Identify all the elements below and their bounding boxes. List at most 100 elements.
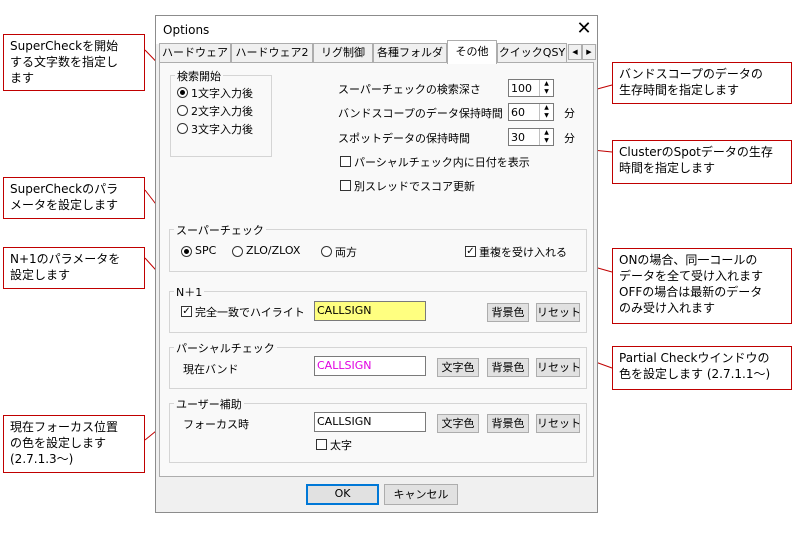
spinner-buttons: ▲ ▼ xyxy=(539,129,553,145)
accept-dupes-label: 重複を受け入れる xyxy=(479,246,567,259)
tab-quick-qsy[interactable]: クイックQSY xyxy=(497,43,567,62)
bold-checkbox[interactable] xyxy=(316,439,327,450)
spot-hold-unit: 分 xyxy=(564,132,575,145)
band-scope-hold-spinner[interactable]: 60 ▲ ▼ xyxy=(508,103,554,121)
spin-up-icon[interactable]: ▲ xyxy=(540,129,553,137)
callout-line: 時間を指定します xyxy=(619,161,716,175)
radio-1char[interactable] xyxy=(177,87,188,98)
dialog-title: Options xyxy=(163,23,210,37)
super-search-depth-label: スーパーチェックの検索深さ xyxy=(338,83,481,96)
super-search-depth-value: 100 xyxy=(511,82,532,95)
spot-hold-spinner[interactable]: 30 ▲ ▼ xyxy=(508,128,554,146)
partial-bg-color-button[interactable]: 背景色 xyxy=(487,358,529,377)
focus-text-color-button[interactable]: 文字色 xyxy=(437,414,479,433)
band-scope-hold-label: バンドスコープのデータ保持時間 xyxy=(338,107,503,120)
score-thread-checkbox[interactable] xyxy=(340,180,351,191)
callout-line: 色を設定します (2.7.1.1〜) xyxy=(619,367,771,381)
spin-up-icon[interactable]: ▲ xyxy=(540,80,553,88)
callout-spot-hold: ClusterのSpotデータの生存 時間を指定します xyxy=(612,140,792,184)
callout-line: ONの場合、同一コールの xyxy=(619,253,758,267)
callout-line: SuperCheckのパラ xyxy=(10,182,119,196)
callout-line: SuperCheckを開始 xyxy=(10,39,119,53)
partial-text-color-button[interactable]: 文字色 xyxy=(437,358,479,377)
callout-band-scope-hold: バンドスコープのデータの 生存時間を指定します xyxy=(612,62,792,104)
callout-accept-dupes: ONの場合、同一コールの データを全て受け入れます OFFの場合は最新のデータ … xyxy=(612,248,792,324)
super-search-depth-spinner[interactable]: 100 ▲ ▼ xyxy=(508,79,554,97)
callout-line: 設定します xyxy=(10,268,71,282)
focus-reset-button[interactable]: リセット xyxy=(536,414,581,433)
callout-line: のみ受け入れます xyxy=(619,301,716,315)
tab-other[interactable]: その他 xyxy=(447,40,497,64)
bold-label: 太字 xyxy=(330,439,352,452)
tab-folders[interactable]: 各種フォルダ xyxy=(373,43,447,62)
callout-line: (2.7.1.3〜) xyxy=(10,452,74,466)
n1-group-label: N＋1 xyxy=(174,284,205,300)
radio-both[interactable] xyxy=(321,246,332,257)
spin-down-icon[interactable]: ▼ xyxy=(540,112,553,120)
radio-2char-label: 2文字入力後 xyxy=(191,105,253,118)
supercheck-group-label: スーパーチェック xyxy=(174,222,266,238)
radio-1char-label: 1文字入力後 xyxy=(191,87,253,100)
spin-up-icon[interactable]: ▲ xyxy=(540,104,553,112)
accept-dupes-checkbox[interactable]: ✓ xyxy=(465,246,476,257)
tab-hardware[interactable]: ハードウェア xyxy=(159,43,231,62)
options-dialog: Options ✕ ハードウェア ハードウェア2 リグ制御 各種フォルダ その他… xyxy=(155,15,598,513)
search-start-label: 検索開始 xyxy=(175,68,223,84)
radio-spc-label: SPC xyxy=(195,244,217,257)
focus-sample-field[interactable]: CALLSIGN xyxy=(314,412,426,432)
spot-hold-label: スポットデータの保持時間 xyxy=(338,132,470,145)
close-icon[interactable]: ✕ xyxy=(573,18,595,40)
radio-zlo-label: ZLO/ZLOX xyxy=(246,244,301,257)
callout-line: 現在フォーカス位置 xyxy=(10,420,119,434)
cancel-button[interactable]: キャンセル xyxy=(384,484,458,505)
tab-rig-control[interactable]: リグ制御 xyxy=(313,43,373,62)
partial-row-label: 現在バンド xyxy=(183,363,239,376)
callout-line: する文字数を指定し xyxy=(10,55,119,69)
exact-highlight-checkbox[interactable]: ✓ xyxy=(181,306,192,317)
band-scope-hold-value: 60 xyxy=(511,106,525,119)
n1-sample-field[interactable]: CALLSIGN xyxy=(314,301,426,321)
callout-line: の色を設定します xyxy=(10,436,107,450)
tab-scroll-left-icon[interactable]: ◀ xyxy=(568,44,582,60)
focus-bg-color-button[interactable]: 背景色 xyxy=(487,414,529,433)
callout-line: ます xyxy=(10,71,35,85)
radio-3char-label: 3文字入力後 xyxy=(191,123,253,136)
n1-reset-button[interactable]: リセット xyxy=(536,303,581,322)
radio-3char[interactable] xyxy=(177,123,188,134)
callout-line: Partial Checkウインドウの xyxy=(619,351,770,365)
tab-hardware2[interactable]: ハードウェア2 xyxy=(231,43,313,62)
radio-spc[interactable] xyxy=(181,246,192,257)
score-thread-label: 別スレッドでスコア更新 xyxy=(354,180,475,193)
callout-line: N+1のパラメータを xyxy=(10,252,121,266)
callout-supercheck-params: SuperCheckのパラ メータを設定します xyxy=(3,177,145,219)
exact-highlight-label: 完全一致でハイライト xyxy=(195,306,305,319)
partial-group-label: パーシャルチェック xyxy=(174,340,277,356)
partial-reset-button[interactable]: リセット xyxy=(536,358,581,377)
focus-row-label: フォーカス時 xyxy=(183,418,249,431)
tab-panel-other: 検索開始 1文字入力後 2文字入力後 3文字入力後 スーパーチェックの検索深さ … xyxy=(159,62,594,477)
callout-focus-color: 現在フォーカス位置 の色を設定します (2.7.1.3〜) xyxy=(3,415,145,473)
band-scope-hold-unit: 分 xyxy=(564,107,575,120)
spin-down-icon[interactable]: ▼ xyxy=(540,88,553,96)
callout-line: データを全て受け入れます xyxy=(619,269,764,283)
ok-button[interactable]: OK xyxy=(306,484,379,505)
callout-line: メータを設定します xyxy=(10,198,119,212)
spinner-buttons: ▲ ▼ xyxy=(539,104,553,120)
spot-hold-value: 30 xyxy=(511,131,525,144)
callout-line: 生存時間を指定します xyxy=(619,83,740,97)
title-bar[interactable]: Options ✕ xyxy=(156,16,597,44)
callout-partial-color: Partial Checkウインドウの 色を設定します (2.7.1.1〜) xyxy=(612,346,792,390)
callout-line: OFFの場合は最新のデータ xyxy=(619,285,763,299)
partial-sample-field[interactable]: CALLSIGN xyxy=(314,356,426,376)
callout-search-start: SuperCheckを開始 する文字数を指定し ます xyxy=(3,34,145,91)
tab-scroll-right-icon[interactable]: ▶ xyxy=(582,44,596,60)
callout-n1-params: N+1のパラメータを 設定します xyxy=(3,247,145,289)
user-assist-group-label: ユーザー補助 xyxy=(174,396,244,412)
show-date-checkbox[interactable] xyxy=(340,156,351,167)
radio-zlo[interactable] xyxy=(232,246,243,257)
radio-both-label: 両方 xyxy=(335,246,357,259)
show-date-label: パーシャルチェック内に日付を表示 xyxy=(354,156,530,169)
spin-down-icon[interactable]: ▼ xyxy=(540,137,553,145)
radio-2char[interactable] xyxy=(177,105,188,116)
n1-bg-color-button[interactable]: 背景色 xyxy=(487,303,529,322)
